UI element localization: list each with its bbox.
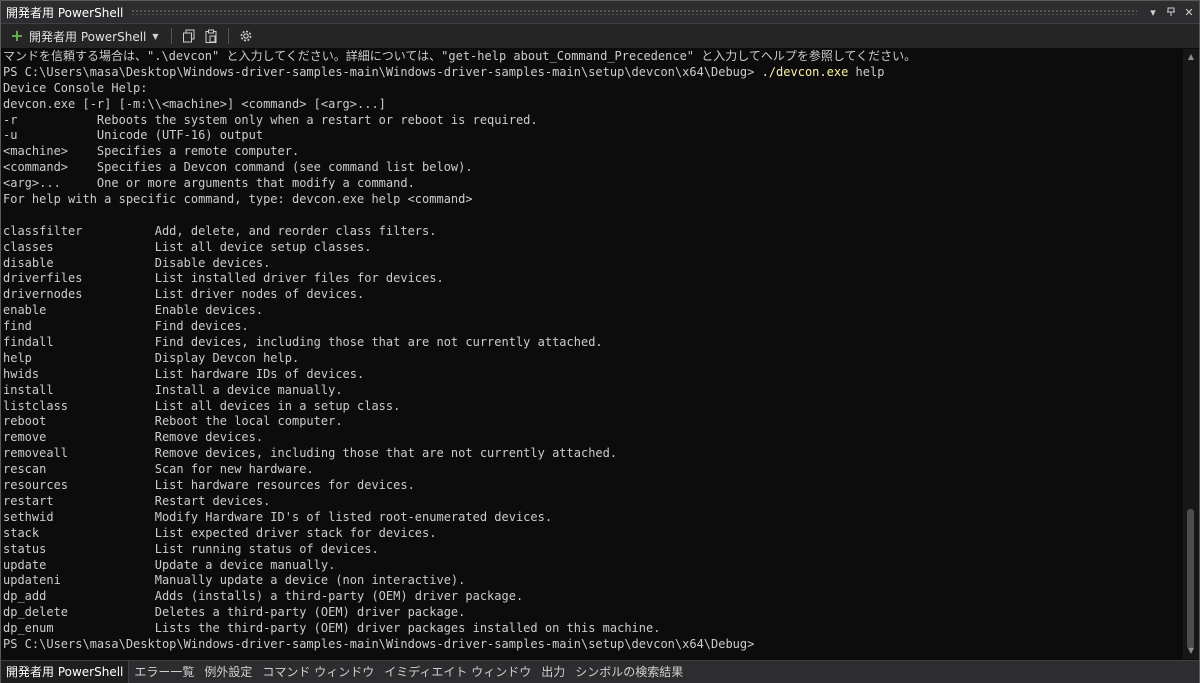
console-line: <arg>... One or more arguments that modi…: [3, 176, 415, 191]
console-line: update Update a device manually.: [3, 557, 336, 572]
console-line: classfilter Add, delete, and reorder cla…: [3, 223, 437, 238]
title-grip[interactable]: [131, 9, 1137, 15]
console-line: resources List hardware resources for de…: [3, 478, 415, 493]
chevron-down-icon[interactable]: ▾: [1145, 4, 1161, 20]
bottom-tab[interactable]: エラー一覧: [129, 661, 199, 683]
console-line: enable Enable devices.: [3, 303, 264, 318]
console-line: hwids List hardware IDs of devices.: [3, 366, 365, 381]
console-line: listclass List all devices in a setup cl…: [3, 398, 401, 413]
command-text: ./devcon.exe: [761, 64, 849, 79]
bottom-tab-strip: 開発者用 PowerShell エラー一覧 例外設定 コマンド ウィンドウ イミディエイ…: [1, 660, 1199, 683]
console-line: install Install a device manually.: [3, 382, 343, 397]
title-bar: 開発者用 PowerShell ▾ ✕: [1, 1, 1199, 24]
console-line: help Display Devcon help.: [3, 350, 300, 365]
console-line: classes List all device setup classes.: [3, 239, 372, 254]
scrollbar-thumb[interactable]: [1187, 509, 1194, 649]
pin-icon[interactable]: [1163, 4, 1179, 20]
gear-icon[interactable]: [237, 27, 255, 45]
console-line: PS C:\Users\masa\Desktop\Windows-driver-…: [3, 636, 755, 651]
new-terminal-label: 開発者用 PowerShell: [29, 29, 147, 44]
console-line: disable Disable devices.: [3, 255, 271, 270]
plus-icon: +: [10, 26, 24, 45]
console-line: stack List expected driver stack for dev…: [3, 525, 437, 540]
clipboard-icon[interactable]: [202, 27, 220, 45]
new-terminal-button[interactable]: + 開発者用 PowerShell ▼: [1, 24, 165, 48]
console-line: updateni Manually update a device (non i…: [3, 573, 466, 588]
window-title: 開発者用 PowerShell: [6, 5, 124, 20]
toolbar-separator: [170, 28, 172, 44]
console-line: dp_delete Deletes a third-party (OEM) dr…: [3, 605, 466, 620]
scroll-down-icon[interactable]: ▼: [1183, 645, 1199, 657]
console-line: For help with a specific command, type: …: [3, 192, 473, 207]
console-line: driverfiles List installed driver files …: [3, 271, 444, 286]
console-line: status List running status of devices.: [3, 541, 379, 556]
chevron-down-icon[interactable]: ▼: [152, 32, 158, 41]
console-line: findall Find devices, including those th…: [3, 335, 603, 350]
console-line: -r Reboots the system only when a restar…: [3, 112, 538, 127]
toolbar-separator: [227, 28, 229, 44]
console-line: <machine> Specifies a remote computer.: [3, 144, 300, 159]
console-line: devcon.exe [-r] [-m:\\<machine>] <comman…: [3, 96, 386, 111]
bottom-tab[interactable]: イミディエイト ウィンドウ: [379, 661, 536, 683]
bottom-tab[interactable]: 開発者用 PowerShell: [1, 661, 130, 683]
console-line: find Find devices.: [3, 319, 249, 334]
console-line: マンドを信頼する場合は、".\devcon" と入力してください。詳細については…: [3, 49, 917, 63]
copy-icon[interactable]: [180, 27, 198, 45]
bottom-tab[interactable]: 出力: [536, 661, 570, 683]
bottom-tab[interactable]: シンボルの検索結果: [570, 661, 688, 683]
console-line: rescan Scan for new hardware.: [3, 462, 314, 477]
console-line: -u Unicode (UTF-16) output: [3, 128, 264, 143]
console-line: dp_add Adds (installs) a third-party (OE…: [3, 589, 524, 604]
command-argument: help: [848, 64, 885, 79]
console-line: Device Console Help:: [3, 80, 148, 95]
console-line: restart Restart devices.: [3, 493, 271, 508]
bottom-tab[interactable]: コマンド ウィンドウ: [257, 661, 379, 683]
console-line: PS C:\Users\masa\Desktop\Windows-driver-…: [1, 65, 1183, 81]
console-line: sethwid Modify Hardware ID's of listed r…: [3, 509, 553, 524]
console-line: removeall Remove devices, including thos…: [3, 446, 618, 461]
console-line: <command> Specifies a Devcon command (se…: [3, 160, 473, 175]
console-line: drivernodes List driver nodes of devices…: [3, 287, 365, 302]
close-icon[interactable]: ✕: [1181, 4, 1197, 20]
console-line: remove Remove devices.: [3, 430, 264, 445]
bottom-tab[interactable]: 例外設定: [199, 661, 257, 683]
scroll-up-icon[interactable]: ▲: [1183, 51, 1199, 63]
console-line: dp_enum Lists the third-party (OEM) driv…: [3, 621, 661, 636]
console-line: reboot Reboot the local computer.: [3, 414, 343, 429]
vertical-scrollbar[interactable]: ▲ ▼: [1183, 49, 1199, 659]
console-output[interactable]: マンドを信頼する場合は、".\devcon" と入力してください。詳細については…: [1, 49, 1183, 659]
powershell-tool-window: 開発者用 PowerShell ▾ ✕ + 開発者用 PowerShell ▼ …: [0, 0, 1200, 683]
terminal-toolbar: + 開発者用 PowerShell ▼: [1, 24, 1199, 48]
prompt-text: PS C:\Users\masa\Desktop\Windows-driver-…: [3, 64, 762, 79]
